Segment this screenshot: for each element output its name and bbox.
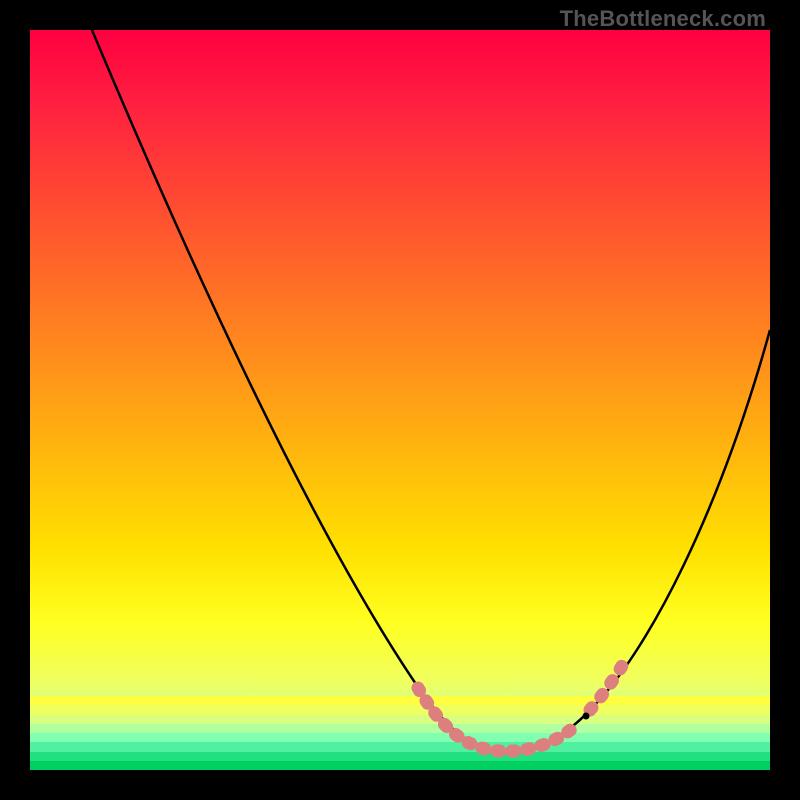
curve-point (583, 713, 590, 720)
trough-marker-left (418, 688, 578, 751)
chart-container: TheBottleneck.com (0, 0, 800, 800)
trough-marker-right (590, 666, 622, 710)
plot-area (30, 30, 770, 770)
watermark-text: TheBottleneck.com (560, 6, 766, 32)
curve-svg (30, 30, 770, 770)
bottleneck-curve (92, 30, 770, 750)
